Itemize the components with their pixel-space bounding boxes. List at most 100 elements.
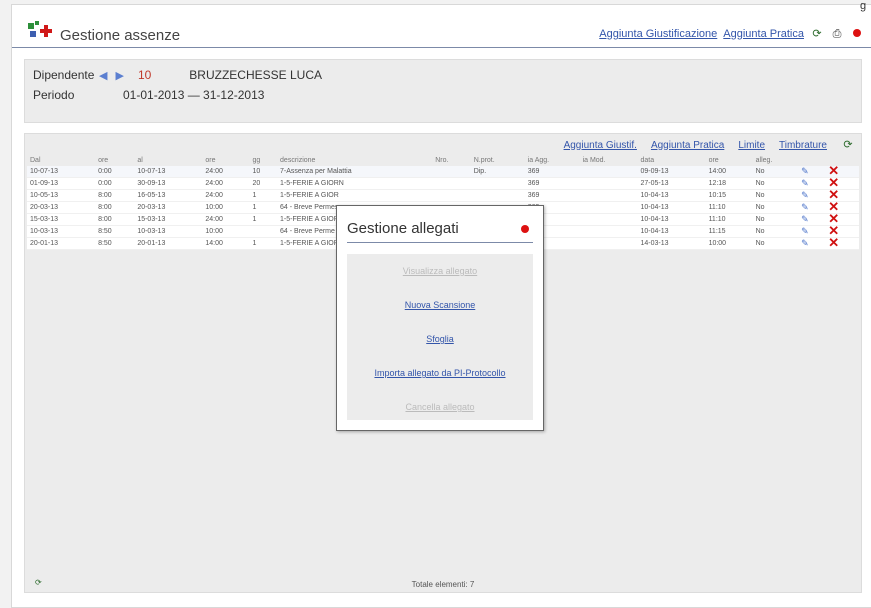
periodo-label: Periodo [33,88,75,102]
table-cell: 16-05-13 [134,189,203,202]
add-giustif-link[interactable]: Aggiunta Giustif. [564,140,637,151]
close-icon[interactable] [850,27,864,41]
close-icon[interactable] [521,220,529,238]
table-cell: 10-04-13 [637,201,706,214]
delete-cell: ✕ [825,235,859,250]
attach-icon[interactable]: ✎ [801,178,809,188]
timbrature-link[interactable]: Timbrature [779,140,827,151]
table-header: Dal ore al ore gg descrizione Nro. N.prot. ia Ag… [27,154,859,166]
table-cell: 12:18 [705,177,753,190]
table-footer: ⟳ Totale elementi: 7 [25,576,861,592]
next-employee-icon[interactable]: ▶ [115,69,123,82]
column-header[interactable]: al [134,154,202,166]
attach-cell: ✎ [798,201,826,214]
list-actions: Aggiunta Giustif. Aggiunta Pratica Limit… [564,138,855,152]
dialog-option[interactable]: Sfoglia [347,334,533,344]
table-cell: 20-01-13 [27,237,96,250]
employee-panel: Dipendente ◀ ▶ 10 BRUZZECHESSE LUCA Peri… [24,59,862,123]
dialog-option[interactable]: Importa allegato da PI-Protocollo [347,368,533,378]
attach-icon[interactable]: ✎ [801,238,809,248]
dialog-option: Visualizza allegato [402,266,478,276]
column-header[interactable]: ore [706,154,753,166]
column-header[interactable]: ore [95,154,134,166]
refresh-icon[interactable]: ⟳ [810,27,824,41]
attach-cell: ✎ [798,237,826,250]
period-value: 01-01-2013 — 31-12-2013 [123,88,265,102]
attach-icon[interactable]: ✎ [801,214,809,224]
table-cell: 20-03-13 [27,201,96,214]
table-cell: 30-09-13 [134,177,203,190]
attach-cell: ✎ [798,213,826,226]
attach-icon[interactable]: ✎ [801,166,809,176]
table-cell: 24:00 [202,177,250,190]
table-cell: 24:00 [202,213,250,226]
table-cell: No [752,237,799,250]
column-header[interactable]: Dal [27,154,95,166]
table-cell [579,201,638,214]
attach-icon[interactable]: ✎ [801,202,809,212]
table-cell: 8:00 [95,201,135,214]
table-row[interactable]: 10-07-13 0:00 10-07-13 24:00 10 7-Assenza per… [27,164,859,178]
table-cell: 10-07-13 [27,166,96,178]
dialog-options: Visualizza allegato Nuova Scansione Sfogli… [347,254,533,420]
column-header[interactable]: alleg. [753,154,798,166]
table-cell [579,213,638,226]
column-header-action [798,154,825,166]
table-cell: 8:00 [95,189,135,202]
table-cell: 10-04-13 [637,189,706,202]
header-bar: Gestione assenze Aggiunta Giustificazion… [12,5,871,48]
table-cell: No [752,189,799,202]
table-cell: No [752,201,799,214]
column-header[interactable]: ia Mod. [580,154,638,166]
prev-employee-icon[interactable]: ◀ [99,69,107,82]
table-cell [432,177,471,190]
table-cell [432,189,471,202]
column-header[interactable]: ia Agg. [525,154,580,166]
dialog-option: Cancella allegato [405,402,475,412]
column-header[interactable]: Nro. [432,154,470,166]
table-cell: No [752,177,799,190]
table-row[interactable]: 10-05-13 8:00 16-05-13 24:00 1 1-5-FERIE A GI… [27,188,859,202]
delete-icon[interactable]: ✕ [828,235,839,250]
table-cell [432,166,471,178]
table-cell: 10-05-13 [27,189,96,202]
column-header[interactable]: data [638,154,706,166]
table-cell: 1 [249,201,278,214]
table-cell: 10:00 [202,201,250,214]
page-title: Gestione assenze [60,27,181,44]
column-header[interactable]: N.prot. [471,154,525,166]
print-icon[interactable]: ⎙ [830,27,844,41]
table-cell: No [752,225,799,238]
column-header[interactable]: gg [249,154,277,166]
table-cell: 24:00 [202,166,250,178]
table-cell [579,225,638,238]
table-cell: 20 [249,177,278,190]
column-header[interactable]: ore [202,154,249,166]
attach-cell: ✎ [798,189,826,202]
table-cell: Dip. [470,166,525,178]
attach-cell: ✎ [798,166,826,178]
table-cell: 1-5-FERIE A GIOR [277,189,433,202]
table-cell: 1 [249,237,278,250]
add-pratica-list-link[interactable]: Aggiunta Pratica [651,140,724,151]
attach-icon[interactable]: ✎ [801,190,809,200]
table-cell: 20-01-13 [134,237,203,250]
table-cell: 14:00 [202,237,250,250]
total-count: Totale elementi: 7 [411,580,475,589]
table-cell: 11:15 [705,225,753,238]
column-header[interactable]: descrizione [277,154,432,166]
employee-row: Dipendente ◀ ▶ 10 BRUZZECHESSE LUCA [33,68,322,82]
add-giustificazione-link[interactable]: Aggiunta Giustificazione [599,28,717,40]
table-cell: 10:15 [705,189,753,202]
table-cell [470,189,525,202]
refresh-list-icon[interactable]: ⟳ [841,138,855,152]
table-row[interactable]: 01-09-13 0:00 30-09-13 24:00 20 1-5-FERIE A G… [27,176,859,190]
add-pratica-link[interactable]: Aggiunta Pratica [723,28,804,40]
table-cell: 09-09-13 [637,166,706,178]
attach-icon[interactable]: ✎ [801,226,809,236]
table-cell [579,189,638,202]
dialog-option[interactable]: Nuova Scansione [347,300,533,310]
limite-link[interactable]: Limite [738,140,765,151]
table-cell [579,177,638,190]
period-row: Periodo 01-01-2013 — 31-12-2013 [33,88,264,102]
